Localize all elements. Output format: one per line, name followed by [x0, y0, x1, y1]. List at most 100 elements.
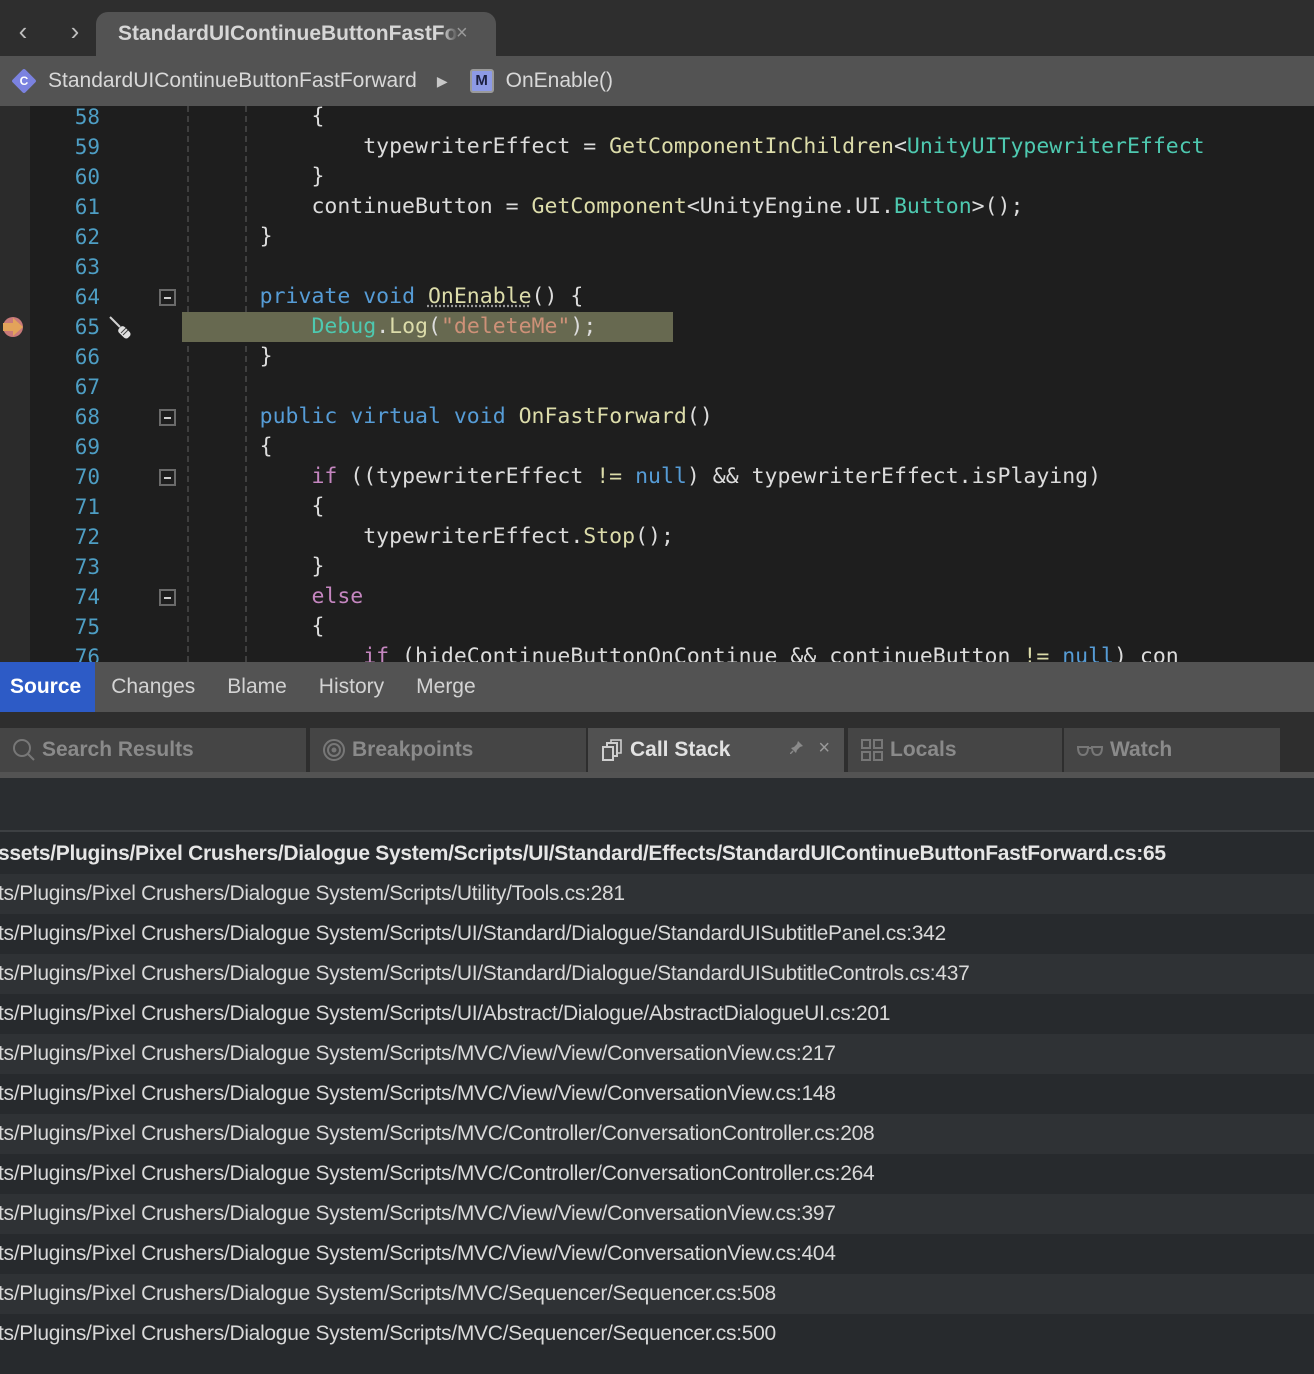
navigate-forward-button[interactable]: ›: [60, 14, 90, 50]
call-stack-frame[interactable]: ts/Plugins/Pixel Crushers/Dialogue Syste…: [0, 994, 1314, 1034]
code-line-64: private void OnEnable() {: [259, 284, 584, 309]
line-number[interactable]: 62: [40, 222, 100, 252]
line-number[interactable]: 74: [40, 582, 100, 612]
call-stack-frame[interactable]: ts/Plugins/Pixel Crushers/Dialogue Syste…: [0, 954, 1314, 994]
code-line-73: }: [311, 554, 325, 579]
tab-label: Search Results: [42, 738, 194, 761]
fold-toggle-icon[interactable]: [159, 409, 176, 426]
fold-toggle-icon[interactable]: [159, 469, 176, 486]
close-tab-icon[interactable]: ×: [456, 22, 468, 45]
class-icon: C: [11, 68, 37, 94]
breadcrumb-class[interactable]: StandardUIContinueButtonFastForward: [48, 69, 417, 93]
code-line-69: {: [259, 434, 273, 459]
document-tab-strip: ‹ › StandardUIContinueButtonFastForward …: [0, 0, 1314, 56]
line-number[interactable]: 71: [40, 492, 100, 522]
line-number[interactable]: 60: [40, 162, 100, 192]
call-stack-frame[interactable]: ts/Plugins/Pixel Crushers/Dialogue Syste…: [0, 914, 1314, 954]
tab-source[interactable]: Source: [0, 662, 96, 712]
breakpoint-margin[interactable]: [0, 106, 30, 662]
code-line-71: {: [311, 494, 325, 519]
frame-location: ts/Plugins/Pixel Crushers/Dialogue Syste…: [0, 1002, 891, 1025]
call-stack-header: [0, 778, 1314, 832]
code-line-58: {: [311, 106, 325, 129]
line-number[interactable]: 63: [40, 252, 100, 282]
tab-breakpoints[interactable]: Breakpoints: [310, 728, 586, 772]
line-number[interactable]: 69: [40, 432, 100, 462]
call-stack-frame[interactable]: ts/Plugins/Pixel Crushers/Dialogue Syste…: [0, 1154, 1314, 1194]
line-number[interactable]: 64: [40, 282, 100, 312]
tab-label: Watch: [1110, 738, 1173, 761]
fold-toggle-icon[interactable]: [159, 589, 176, 606]
frame-location: ts/Plugins/Pixel Crushers/Dialogue Syste…: [0, 1202, 836, 1225]
code-line-75: {: [311, 614, 325, 639]
call-stack-frame[interactable]: ts/Plugins/Pixel Crushers/Dialogue Syste…: [0, 874, 1314, 914]
frame-location: ts/Plugins/Pixel Crushers/Dialogue Syste…: [0, 1322, 776, 1345]
breadcrumb: C StandardUIContinueButtonFastForward ▶ …: [0, 56, 1314, 106]
frame-location: ts/Plugins/Pixel Crushers/Dialogue Syste…: [0, 1282, 776, 1305]
code-line-76: if (hideContinueButtonOnContinue && cont…: [363, 644, 1179, 662]
line-number[interactable]: 61: [40, 192, 100, 222]
code-editor[interactable]: { typewriterEffect = GetComponentInChild…: [0, 106, 1314, 662]
tab-watch[interactable]: Watch: [1064, 728, 1280, 772]
call-stack-frame-current[interactable]: ssets/Plugins/Pixel Crushers/Dialogue Sy…: [0, 834, 1314, 874]
call-stack-frame[interactable]: ts/Plugins/Pixel Crushers/Dialogue Syste…: [0, 1114, 1314, 1154]
tab-label: Locals: [890, 738, 957, 761]
frame-location: ts/Plugins/Pixel Crushers/Dialogue Syste…: [0, 1162, 875, 1185]
frame-location: ts/Plugins/Pixel Crushers/Dialogue Syste…: [0, 962, 970, 985]
line-number[interactable]: 68: [40, 402, 100, 432]
watch-glasses-icon: [1076, 746, 1104, 757]
line-number[interactable]: 73: [40, 552, 100, 582]
call-stack-frame[interactable]: ts/Plugins/Pixel Crushers/Dialogue Syste…: [0, 1274, 1314, 1314]
breakpoints-icon: [323, 739, 345, 761]
breadcrumb-method[interactable]: OnEnable(): [506, 69, 613, 93]
call-stack-frame[interactable]: ts/Plugins/Pixel Crushers/Dialogue Syste…: [0, 1074, 1314, 1114]
navigate-back-button[interactable]: ‹: [8, 14, 38, 50]
version-control-tabs: Source Changes Blame History Merge: [0, 662, 1314, 712]
code-line-72: typewriterEffect.Stop();: [363, 524, 674, 549]
line-number[interactable]: 65: [40, 312, 100, 342]
line-number[interactable]: 75: [40, 612, 100, 642]
call-stack-frame[interactable]: ts/Plugins/Pixel Crushers/Dialogue Syste…: [0, 1234, 1314, 1274]
call-stack-frame[interactable]: ts/Plugins/Pixel Crushers/Dialogue Syste…: [0, 1034, 1314, 1074]
pin-icon[interactable]: [790, 740, 804, 754]
call-stack-panel[interactable]: ssets/Plugins/Pixel Crushers/Dialogue Sy…: [0, 778, 1314, 1374]
code-line-70: if ((typewriterEffect != null) && typewr…: [311, 464, 1102, 489]
code-line-66: }: [259, 344, 273, 369]
tab-changes[interactable]: Changes: [95, 662, 211, 712]
code-line-65: Debug.Log("deleteMe");: [311, 314, 597, 339]
debug-pad-tabs: Search Results Breakpoints Call Stack × …: [0, 728, 1314, 772]
breadcrumb-separator-icon: ▶: [436, 72, 448, 89]
line-number[interactable]: 66: [40, 342, 100, 372]
close-pad-icon[interactable]: ×: [818, 737, 830, 760]
line-number[interactable]: 72: [40, 522, 100, 552]
frame-location: ts/Plugins/Pixel Crushers/Dialogue Syste…: [0, 1082, 836, 1105]
tab-call-stack[interactable]: Call Stack ×: [588, 728, 844, 772]
method-icon: M: [469, 69, 494, 93]
fold-toggle-icon[interactable]: [159, 289, 176, 306]
call-stack-frame[interactable]: ts/Plugins/Pixel Crushers/Dialogue Syste…: [0, 1194, 1314, 1234]
frame-location: ts/Plugins/Pixel Crushers/Dialogue Syste…: [0, 1242, 836, 1265]
line-number[interactable]: 76: [40, 642, 100, 662]
call-stack-frame[interactable]: ts/Plugins/Pixel Crushers/Dialogue Syste…: [0, 1314, 1314, 1354]
code-line-62: }: [259, 224, 273, 249]
line-number[interactable]: 70: [40, 462, 100, 492]
document-tab[interactable]: StandardUIContinueButtonFastForward ×: [96, 12, 496, 56]
line-number[interactable]: 58: [40, 106, 100, 132]
pad-divider: [0, 712, 1314, 728]
line-number[interactable]: 59: [40, 132, 100, 162]
frame-location: ts/Plugins/Pixel Crushers/Dialogue Syste…: [0, 1042, 836, 1065]
frame-location: ssets/Plugins/Pixel Crushers/Dialogue Sy…: [0, 842, 1166, 865]
document-tab-label: StandardUIContinueButtonFastForward: [118, 22, 458, 46]
tab-search-results[interactable]: Search Results: [0, 728, 306, 772]
search-icon: [13, 739, 35, 761]
tab-blame[interactable]: Blame: [211, 662, 303, 712]
tab-history[interactable]: History: [303, 662, 400, 712]
frame-location: ts/Plugins/Pixel Crushers/Dialogue Syste…: [0, 922, 946, 945]
code-line-59: typewriterEffect = GetComponentInChildre…: [363, 134, 1205, 159]
line-number[interactable]: 67: [40, 372, 100, 402]
locals-icon: [861, 739, 883, 761]
tab-merge[interactable]: Merge: [400, 662, 492, 712]
current-execution-arrow-icon: [3, 317, 23, 337]
screwdriver-icon[interactable]: [106, 314, 134, 342]
tab-locals[interactable]: Locals: [848, 728, 1062, 772]
